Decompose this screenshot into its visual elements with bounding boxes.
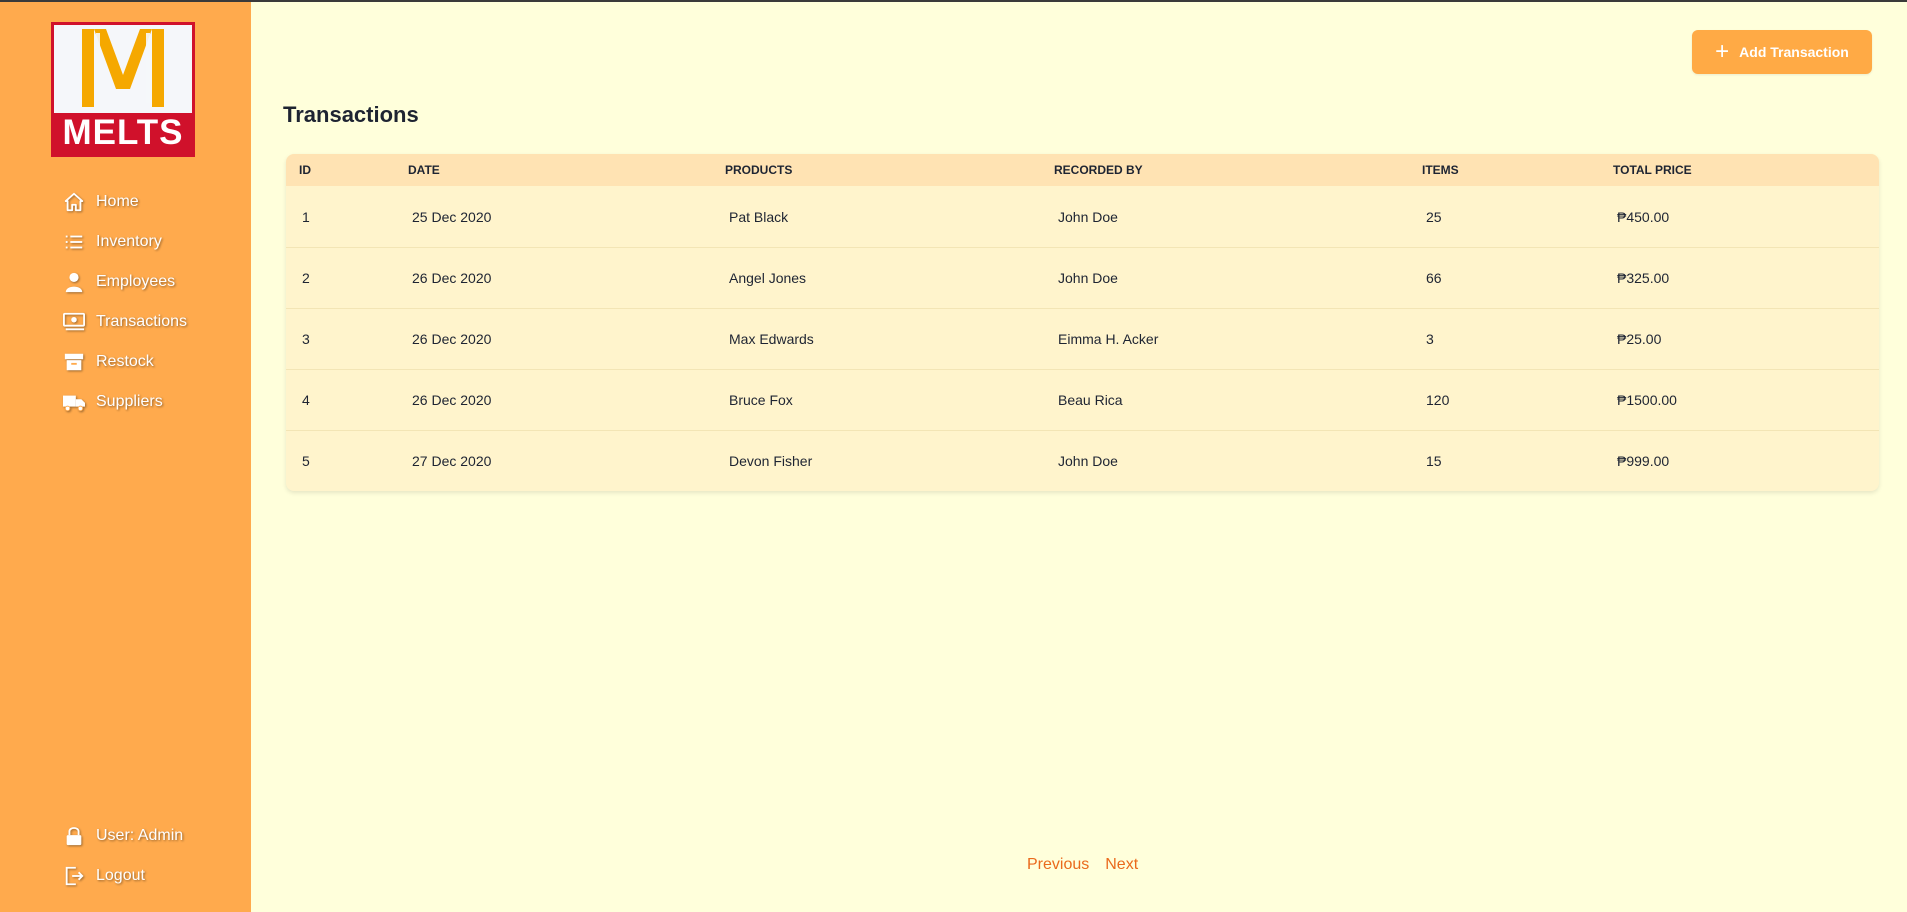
column-header-recorded-by[interactable]: RECORDED BY [1054,163,1422,177]
sidebar-item-label: Transactions [96,313,187,330]
user-info[interactable]: User: Admin [62,816,183,856]
cell-products: Bruce Fox [729,392,793,408]
pagination: Previous Next [1027,856,1138,874]
cell-products: Pat Black [729,208,789,225]
table-row[interactable]: 4 26 Dec 2020 Bruce Fox Beau Rica 120 ₱1… [286,369,1879,430]
cell-items: 120 [1426,392,1450,408]
logo-emblem [54,25,192,113]
logout-icon [62,864,86,888]
user-label: User: Admin [96,827,184,844]
sidebar-item-inventory[interactable]: Inventory [62,222,187,262]
cell-total-price: ₱450.00 [1617,208,1670,225]
cell-items: 66 [1426,270,1442,286]
sidebar-item-transactions[interactable]: Transactions [62,302,187,342]
truck-icon [62,390,86,414]
cell-id: 1 [302,208,310,225]
cell-date: 26 Dec 2020 [412,392,492,408]
sidebar-item-label: Restock [96,353,154,370]
add-transaction-button[interactable]: + Add Transaction [1692,30,1872,74]
cell-date: 25 Dec 2020 [412,208,492,225]
cell-total-price: ₱999.00 [1617,453,1670,469]
cell-date: 26 Dec 2020 [412,331,492,347]
cell-date: 27 Dec 2020 [412,453,492,469]
cell-total-price: ₱1500.00 [1617,392,1677,408]
table-row[interactable]: 2 26 Dec 2020 Angel Jones John Doe 66 ₱3… [286,247,1879,308]
table-header: ID DATE PRODUCTS RECORDED BY ITEMS TOTAL… [286,154,1879,186]
sidebar-bottom: User: Admin Logout [62,816,183,896]
brand-logo[interactable]: MELTS [51,22,195,157]
sidebar-item-home[interactable]: Home [62,182,187,222]
sidebar: MELTS Home Inventory Employees Transacti… [0,0,251,912]
logout-button[interactable]: Logout [62,856,183,896]
sidebar-item-label: Employees [96,273,176,290]
cell-total-price: ₱25.00 [1617,331,1662,347]
brand-name: MELTS [62,113,184,152]
cell-recorded-by: John Doe [1058,208,1118,225]
cell-recorded-by: John Doe [1058,453,1118,469]
next-page-link[interactable]: Next [1105,856,1138,874]
cell-recorded-by: John Doe [1058,270,1118,286]
column-header-products[interactable]: PRODUCTS [725,163,1054,177]
column-header-date[interactable]: DATE [408,163,725,177]
table-body: 1 25 Dec 2020 Pat Black John Doe 25 ₱450… [286,186,1879,491]
column-header-total-price[interactable]: TOTAL PRICE [1613,163,1879,177]
page-title: Transactions [283,102,419,127]
cell-products: Devon Fisher [729,453,813,469]
cell-id: 5 [302,453,310,469]
m-logo-icon [82,29,164,107]
cell-products: Max Edwards [729,331,814,347]
sidebar-nav: Home Inventory Employees Transactions Re… [62,182,187,422]
plus-icon: + [1715,38,1730,65]
cell-recorded-by: Beau Rica [1058,392,1123,408]
main-content: + Add Transaction Transactions ID DATE P… [251,0,1907,912]
cell-products: Angel Jones [729,270,807,286]
table-row[interactable]: 3 26 Dec 2020 Max Edwards Eimma H. Acker… [286,308,1879,369]
transactions-table: ID DATE PRODUCTS RECORDED BY ITEMS TOTAL… [286,154,1879,491]
user-icon [62,270,86,294]
cell-id: 4 [302,392,310,408]
sidebar-item-restock[interactable]: Restock [62,342,187,382]
cell-items: 3 [1426,331,1434,347]
list-icon [62,230,86,254]
home-icon [62,190,86,214]
previous-page-link[interactable]: Previous [1027,856,1089,874]
lock-icon [62,824,86,848]
column-header-id[interactable]: ID [286,163,408,177]
column-header-items[interactable]: ITEMS [1422,163,1613,177]
sidebar-item-label: Inventory [96,233,162,250]
table-row[interactable]: 5 27 Dec 2020 Devon Fisher John Doe 15 ₱… [286,430,1879,491]
money-icon [62,310,86,334]
cell-items: 25 [1426,208,1442,225]
sidebar-item-employees[interactable]: Employees [62,262,187,302]
sidebar-item-label: Suppliers [96,393,163,410]
cell-date: 26 Dec 2020 [412,270,492,286]
cell-items: 15 [1426,453,1442,469]
add-transaction-label: Add Transaction [1739,44,1849,60]
cell-total-price: ₱325.00 [1617,270,1670,286]
cell-id: 3 [302,331,310,347]
logout-label: Logout [96,867,145,884]
window-top-border [0,0,1907,2]
sidebar-item-label: Home [96,193,139,210]
table-row[interactable]: 1 25 Dec 2020 Pat Black John Doe 25 ₱450… [286,186,1879,247]
cell-recorded-by: Eimma H. Acker [1058,331,1159,347]
cell-id: 2 [302,270,310,286]
archive-icon [62,350,86,374]
sidebar-item-suppliers[interactable]: Suppliers [62,382,187,422]
